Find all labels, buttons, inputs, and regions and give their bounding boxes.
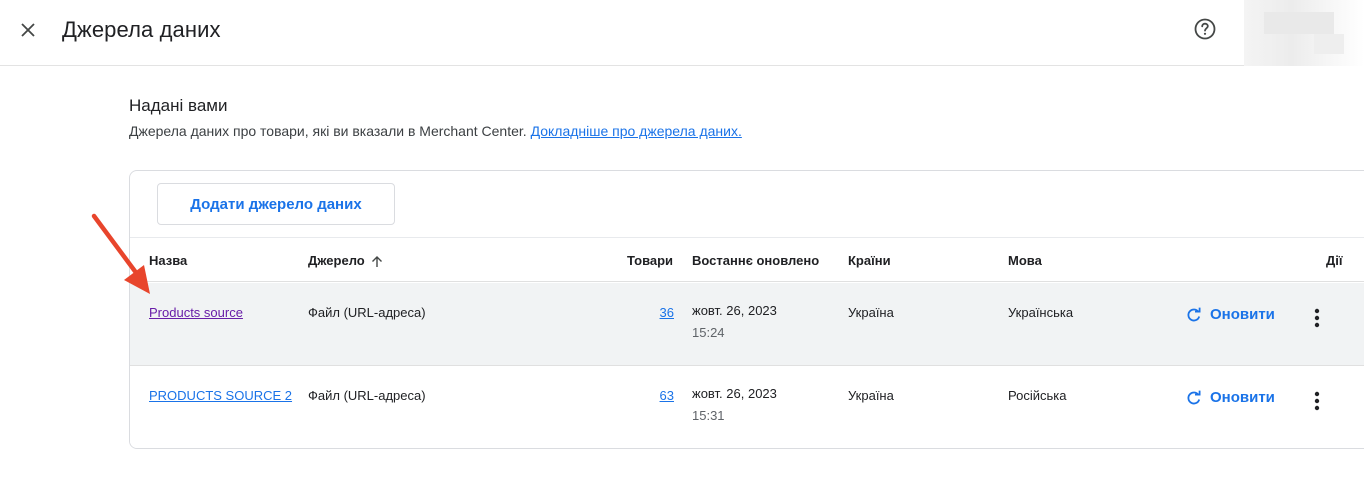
table-row[interactable]: PRODUCTS SOURCE 2 Файл (URL-адреса) 63 ж… [130, 366, 1364, 448]
country: Україна [848, 305, 894, 320]
language: Російська [1008, 388, 1067, 403]
data-source-name-link[interactable]: PRODUCTS SOURCE 2 [149, 388, 292, 403]
more-vert-icon [1314, 391, 1320, 411]
page-title: Джерела даних [62, 17, 221, 42]
column-header-source[interactable]: Джерело [308, 253, 383, 268]
last-updated-date: жовт. 26, 2023 [692, 303, 777, 318]
language: Українська [1008, 305, 1074, 320]
table-header: Назва Джерело Товари Востаннє оновлено К… [130, 237, 1364, 282]
section-title: Надані вами [129, 96, 228, 115]
learn-more-link[interactable]: Докладніше про джерела даних. [531, 123, 742, 139]
help-icon [1194, 18, 1216, 40]
column-header-actions: Дії [1326, 253, 1343, 268]
data-source-type: Файл (URL-адреса) [308, 305, 426, 320]
column-header-name[interactable]: Назва [149, 253, 187, 268]
add-data-source-button[interactable]: Додати джерело даних [157, 183, 395, 225]
data-source-type: Файл (URL-адреса) [308, 388, 426, 403]
last-updated-time: 15:24 [692, 325, 725, 340]
last-updated-time: 15:31 [692, 408, 725, 423]
products-count-link[interactable]: 36 [634, 305, 674, 320]
refresh-label: Оновити [1210, 389, 1275, 406]
refresh-icon [1187, 390, 1201, 404]
more-actions-button[interactable] [1307, 305, 1327, 331]
refresh-label: Оновити [1210, 306, 1275, 323]
help-button[interactable] [1192, 16, 1218, 42]
products-count-link[interactable]: 63 [634, 388, 674, 403]
top-app-bar: Джерела даних [0, 0, 1364, 66]
column-header-language[interactable]: Мова [1008, 253, 1042, 268]
more-actions-button[interactable] [1307, 388, 1327, 414]
close-icon [21, 23, 35, 37]
account-area-blurred[interactable] [1244, 0, 1364, 66]
column-header-products[interactable]: Товари [627, 253, 673, 268]
section-description: Джерела даних про товари, які ви вказали… [129, 123, 742, 139]
column-header-countries[interactable]: Країни [848, 253, 891, 268]
refresh-icon [1187, 307, 1201, 321]
last-updated: жовт. 26, 2023 15:24 [692, 300, 777, 344]
more-vert-icon [1314, 308, 1320, 328]
refresh-button[interactable]: Оновити [1186, 389, 1275, 406]
arrow-up-icon [371, 256, 382, 268]
column-header-source-label: Джерело [308, 253, 365, 268]
country: Україна [848, 388, 894, 403]
data-sources-card: Додати джерело даних Назва Джерело Товар… [129, 170, 1364, 449]
refresh-button[interactable]: Оновити [1186, 306, 1275, 323]
close-button[interactable] [14, 16, 42, 44]
column-header-updated[interactable]: Востаннє оновлено [692, 253, 819, 268]
data-source-name-link[interactable]: Products source [149, 305, 243, 320]
last-updated-date: жовт. 26, 2023 [692, 386, 777, 401]
last-updated: жовт. 26, 2023 15:31 [692, 383, 777, 427]
table-row[interactable]: Products source Файл (URL-адреса) 36 жов… [130, 283, 1364, 366]
section-description-text: Джерела даних про товари, які ви вказали… [129, 123, 531, 139]
